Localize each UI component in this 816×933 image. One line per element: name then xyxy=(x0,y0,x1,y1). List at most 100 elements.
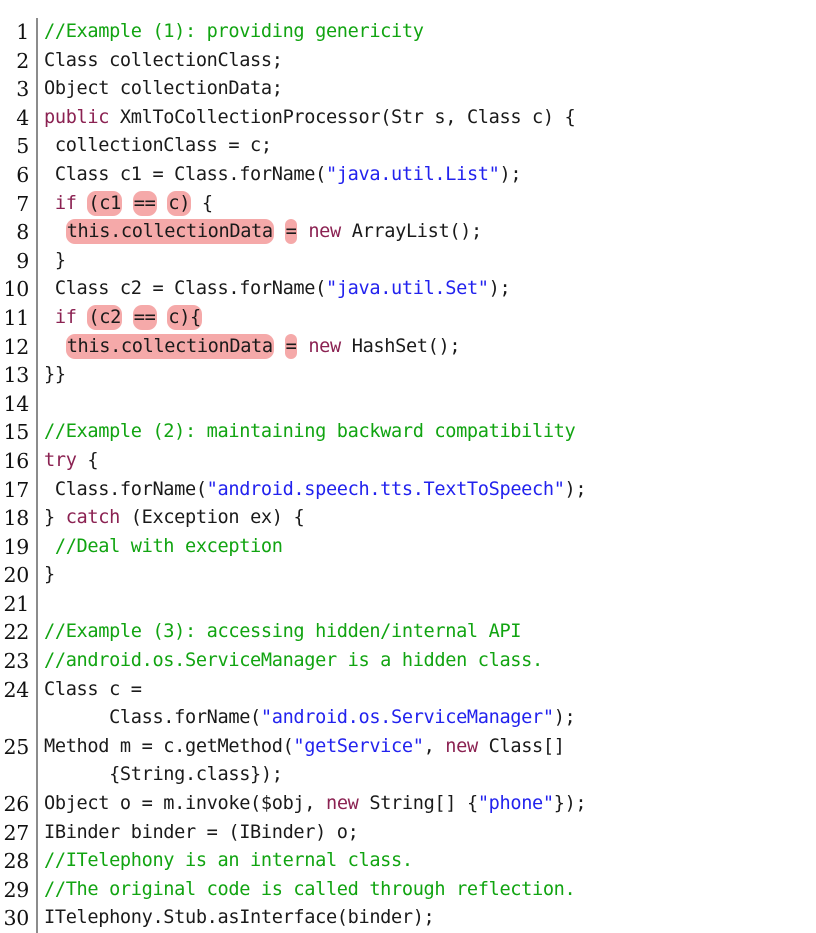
line-number: 3 xyxy=(16,77,29,102)
line-number: 19 xyxy=(3,534,30,559)
highlighted-token: == xyxy=(132,304,157,330)
code-token: //The original code is called through re… xyxy=(44,878,576,900)
code-token: new xyxy=(308,335,341,357)
code-token: //Example (3): accessing hidden/internal… xyxy=(44,621,522,643)
code-token: IBinder binder = (IBinder) o; xyxy=(44,821,359,843)
code-line: 12 this.collectionData = new HashSet(); xyxy=(0,332,816,362)
code-token: ); xyxy=(488,278,511,300)
gutter-rule xyxy=(36,504,38,533)
highlighted-token: c){ xyxy=(167,304,202,330)
code-token: } xyxy=(44,249,66,271)
code-token: new xyxy=(308,221,341,243)
code-line: 4 public XmlToCollectionProcessor(Str s, … xyxy=(0,103,816,133)
gutter-rule xyxy=(36,847,38,876)
code-token: new xyxy=(445,735,478,757)
line-number: 12 xyxy=(3,334,30,359)
highlighted-token: (c1 xyxy=(87,190,122,216)
code-token: "android.speech.tts.TextToSpeech" xyxy=(206,478,565,500)
line-number: 20 xyxy=(3,563,30,588)
line-number: 17 xyxy=(3,477,30,502)
code-token: Method m = c.getMethod( xyxy=(44,735,294,757)
code-text: Class collectionClass; xyxy=(44,47,816,76)
code-text: } xyxy=(44,247,816,276)
code-text: }} xyxy=(44,361,816,390)
code-text: Class.forName("android.os.ServiceManager… xyxy=(44,704,816,733)
line-number: 8 xyxy=(16,220,29,245)
code-token: collectionClass = c; xyxy=(44,135,272,157)
code-token: }} xyxy=(44,364,66,386)
code-token: } xyxy=(44,564,55,586)
code-token: { xyxy=(191,192,213,214)
code-text: collectionClass = c; xyxy=(44,132,816,161)
code-line-continuation: {String.class}); xyxy=(0,761,816,791)
gutter-rule xyxy=(36,561,38,590)
code-text: IBinder binder = (IBinder) o; xyxy=(44,819,816,848)
code-line: 10 Class c2 = Class.forName("java.util.S… xyxy=(0,275,816,304)
line-number: 23 xyxy=(3,649,30,674)
gutter-rule xyxy=(36,132,38,161)
code-token: { xyxy=(76,449,99,471)
code-line: 3 Object collectionData; xyxy=(0,75,816,104)
line-number: 6 xyxy=(16,162,29,187)
gutter-rule xyxy=(36,303,38,333)
code-token: Object o = m.invoke($obj, xyxy=(44,793,326,815)
code-text: Class c1 = Class.forName("java.util.List… xyxy=(44,161,816,190)
code-line: 15 //Example (2): maintaining backward co… xyxy=(0,418,816,447)
code-text: } xyxy=(44,561,816,590)
code-token: (Exception ex) { xyxy=(119,507,305,529)
code-token: //Example (2): maintaining backward comp… xyxy=(44,421,576,443)
line-number: 30 xyxy=(3,906,30,931)
line-number: 11 xyxy=(3,305,30,330)
line-number: 15 xyxy=(3,420,30,445)
gutter-rule xyxy=(36,704,38,733)
line-number: 29 xyxy=(3,877,30,902)
code-token: try xyxy=(44,449,77,471)
code-line: 11 if (c2 == c){ xyxy=(0,303,816,333)
gutter-rule xyxy=(36,904,38,933)
code-line: 22 //Example (3): accessing hidden/intern… xyxy=(0,618,816,648)
code-token: //android.os.ServiceManager is a hidden … xyxy=(44,650,543,672)
gutter-rule xyxy=(36,389,38,419)
gutter-rule xyxy=(36,218,38,247)
code-token: String[] { xyxy=(358,793,478,815)
line-number: 25 xyxy=(3,734,30,759)
code-line-continuation: Class.forName("android.os.ServiceManager… xyxy=(0,704,816,733)
line-number: 16 xyxy=(3,448,30,473)
code-line: 5 collectionClass = c; xyxy=(0,132,816,161)
highlighted-token: = xyxy=(284,219,298,245)
code-line: 30 ITelephony.Stub.asInterface(binder); xyxy=(0,904,816,933)
line-number: 27 xyxy=(3,820,30,845)
highlighted-token: c) xyxy=(167,190,192,216)
code-line: 29 //The original code is called through … xyxy=(0,875,816,905)
code-token: Class.forName( xyxy=(44,707,261,729)
code-token: Class collectionClass; xyxy=(44,49,283,71)
code-text: Method m = c.getMethod("getService", new… xyxy=(44,733,816,762)
gutter-rule xyxy=(36,418,38,447)
code-token: //ITelephony is an internal class. xyxy=(44,850,413,872)
line-number: 18 xyxy=(3,506,30,531)
line-number: 13 xyxy=(3,363,30,388)
gutter-rule xyxy=(36,361,38,390)
code-token: }); xyxy=(553,793,587,815)
code-token: ); xyxy=(553,707,576,729)
code-text: Class.forName("android.speech.tts.TextTo… xyxy=(44,476,816,505)
gutter-rule xyxy=(36,532,38,562)
code-text: //android.os.ServiceManager is a hidden … xyxy=(44,647,816,676)
code-token: new xyxy=(325,793,359,815)
code-text: ITelephony.Stub.asInterface(binder); xyxy=(44,904,816,933)
line-number: 2 xyxy=(16,48,29,73)
code-token: if xyxy=(44,306,88,328)
code-token: ArrayList(); xyxy=(340,221,482,243)
code-token: Class c1 = Class.forName( xyxy=(44,163,326,185)
code-token: ); xyxy=(564,478,587,500)
highlighted-token: this.collectionData xyxy=(65,219,274,245)
code-token: //Example (1): providing genericity xyxy=(44,21,424,42)
code-text: this.collectionData = new ArrayList(); xyxy=(44,218,816,247)
gutter-rule xyxy=(36,675,38,705)
code-line: 25 Method m = c.getMethod("getService", n… xyxy=(0,732,816,762)
